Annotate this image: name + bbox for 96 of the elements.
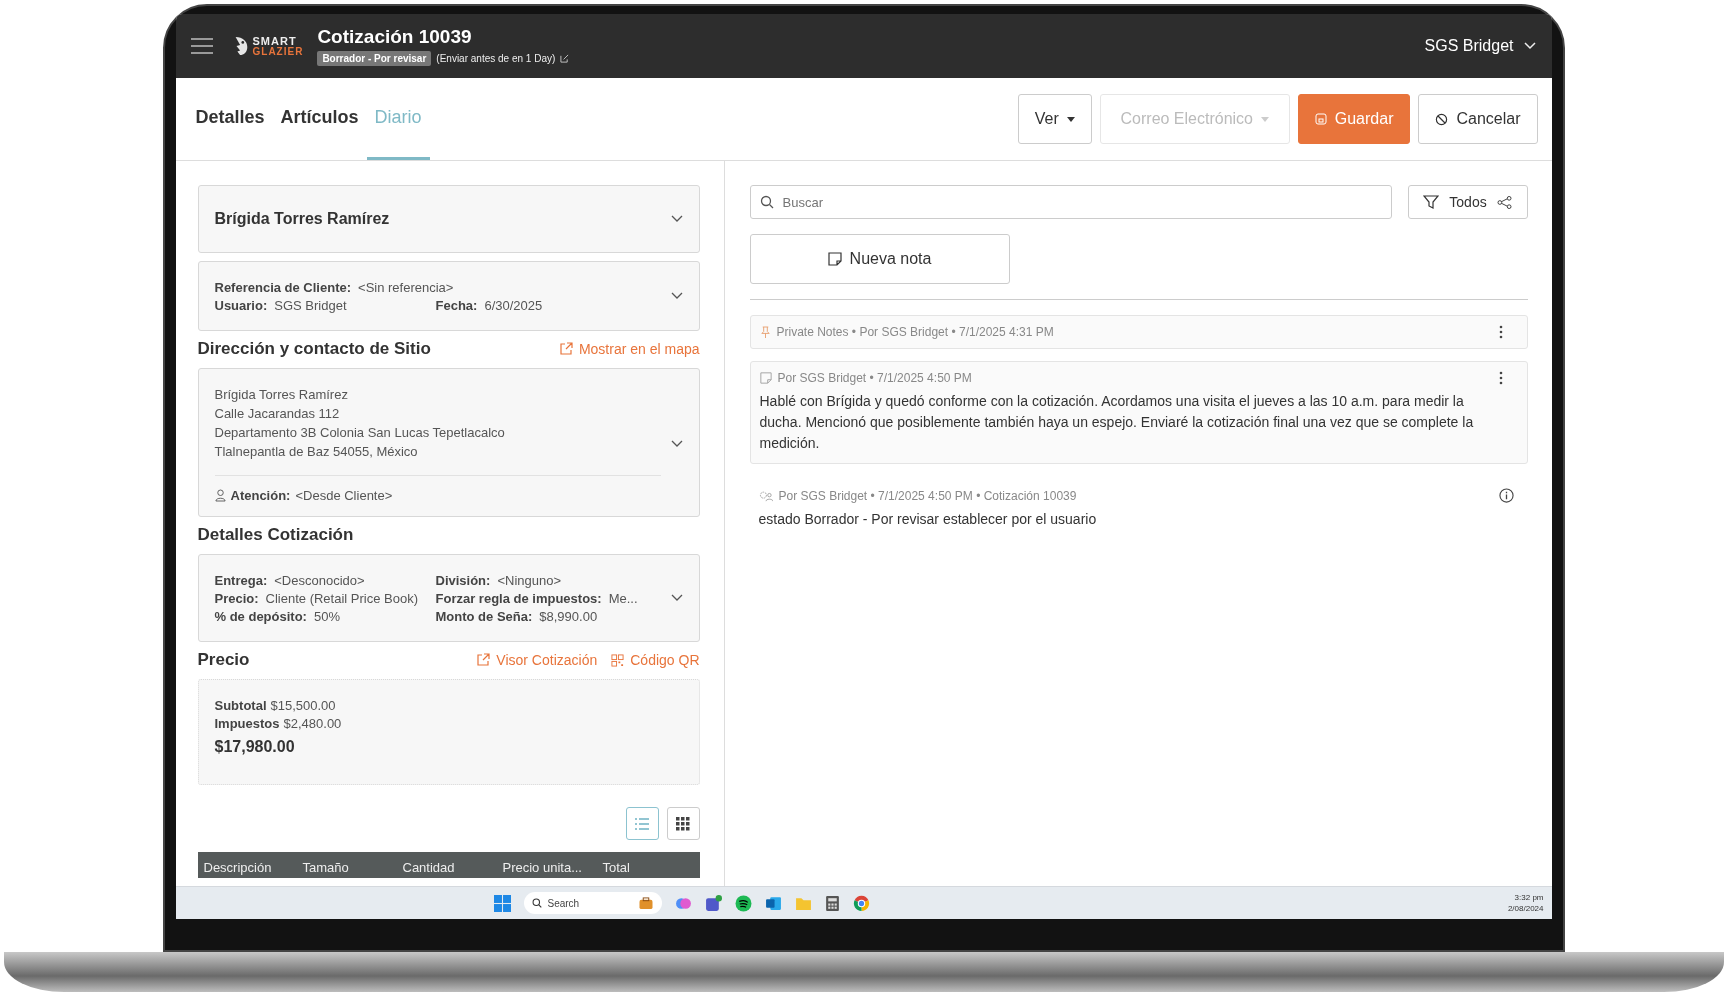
ban-icon [1435,112,1449,126]
field-value: <Desconocido> [274,572,365,588]
app-icon[interactable] [704,894,722,912]
chevron-down-icon[interactable] [670,594,683,602]
field-value: <Desde Cliente> [295,488,393,503]
field-label: Entrega: [214,572,268,588]
field-label: Precio: [214,590,259,606]
menu-icon[interactable] [189,36,214,56]
new-note-button[interactable]: Nueva nota [749,234,1010,284]
caret-icon [1261,116,1269,122]
field-value: <Sin referencia> [358,279,454,295]
grid-icon [676,816,690,831]
dropdown-button[interactable]: Ver [1017,94,1092,144]
browser-icon[interactable] [852,894,870,912]
chevron-down-icon[interactable] [670,440,683,448]
field-value: 50% [313,608,340,624]
note-icon [759,372,772,384]
music-app-icon[interactable] [734,894,752,912]
grid-view-button[interactable] [666,807,700,840]
more-options-icon[interactable] [1498,371,1503,385]
address-line: Brígida Torres Ramírez [214,386,349,404]
address-line: Calle Jacarandas 112 [214,405,341,423]
note-text: Hablé con Brígida y quedó conforme con la cotización. Acordamos una visita el jueves a las 10 a.m. para medir la ducha. Mencionó que posiblemente también haya un espejo. Enviaré la cotización final una vez que se complete la medición. [759,392,1475,453]
taskbar-search-placeholder: Search [547,897,580,909]
external-link-icon [476,653,491,667]
customer-card[interactable]: Brígida Torres Ramírez [197,185,700,253]
section-heading: Detalles Cotización [197,525,354,545]
search-icon [531,898,542,908]
search-field[interactable]: Buscar [749,185,1392,219]
activity-text: estado Borrador - Por revisar establecer por el usuario [758,510,1098,529]
field-label: Fecha: [435,297,478,313]
tab[interactable]: Artículos [272,78,367,160]
tab[interactable]: Detalles [187,78,273,160]
user-icon [214,489,226,502]
gear-user-icon [758,489,773,502]
send-deadline-text: (Enviar antes de en 1 Day) [436,53,556,64]
column-header[interactable]: Total [602,860,630,875]
activity-meta: Por SGS Bridget • 7/1/2025 4:50 PM • Cotización 10039 [778,488,1077,503]
note-meta: Private Notes • Por SGS Bridget • 7/1/2025 4:31 PM [776,325,1054,339]
calculator-icon[interactable] [824,894,840,912]
address-line: Tlalnepantla de Baz 54055, México [214,443,419,461]
page-title: Cotización 10039 [317,26,473,48]
field-value: $15,500.00 [270,698,336,713]
more-options-icon[interactable] [1498,325,1503,339]
note-meta: Por SGS Bridget • 7/1/2025 4:50 PM [777,371,972,385]
field-label: Usuario: [214,297,268,313]
field-label: Forzar regla de impuestos: [435,590,602,606]
note-icon [827,252,842,266]
column-header[interactable]: Precio unita... [502,860,603,875]
list-icon [634,816,650,831]
field-label: Atención: [230,488,291,503]
external-link-icon [558,342,573,356]
field-label: Impuestos [214,716,280,731]
cancel-button[interactable]: Cancelar [1418,94,1538,144]
field-label: Subtotal [214,698,267,713]
section-heading: Precio [197,650,250,670]
info-icon[interactable] [1498,488,1514,503]
clock-time: 3:32 pm [1514,892,1544,903]
filter-icon [1423,195,1440,209]
field-label: División: [435,572,491,588]
field-label: Referencia de Cliente: [214,279,352,295]
edit-icon[interactable] [560,54,570,63]
field-value: $2,480.00 [283,716,342,731]
search-icon [759,195,774,209]
field-value: Me... [608,590,638,606]
address-line: Departamento 3B Colonia San Lucas Tepetlacalco [214,424,506,442]
pin-icon [759,325,771,339]
column-header[interactable]: Cantidad [402,860,503,875]
field-value: SGS Bridget [274,297,347,313]
logo-wordmark: SMART [252,35,298,47]
field-label: Monto de Seña: [435,608,533,624]
field-value: 6/30/2025 [484,297,543,313]
filter-button[interactable]: Todos [1407,185,1528,219]
column-header[interactable]: Tamaño [302,860,403,875]
mail-app-icon[interactable] [764,894,782,912]
caret-icon [1066,116,1075,122]
taskbar-search-bar[interactable]: Search [523,892,662,914]
column-header[interactable]: Descripción [203,860,303,875]
windows-start-icon[interactable] [493,894,511,912]
clock-date: 2/08/2024 [1507,903,1544,914]
chevron-down-icon[interactable] [670,215,683,223]
chevron-down-icon[interactable] [670,292,683,300]
status-badge: Borrador - Por revisar [317,51,432,66]
customer-name: Brígida Torres Ramírez [214,210,390,228]
share-icon [1496,195,1512,209]
briefcase-icon [637,896,654,910]
logo-wordmark: GLAZIER [252,46,304,57]
field-value: $8,990.00 [539,608,598,624]
field-value: Cliente (Retail Price Book) [265,590,419,606]
qr-code-icon [611,653,625,667]
total-amount: $17,980.00 [214,738,296,756]
save-icon [1314,113,1327,125]
section-heading: Dirección y contacto de Sitio [197,339,431,359]
field-label: % de depósito: [214,608,307,624]
field-value: <Ninguno> [497,572,562,588]
user-name[interactable]: SGS Bridget [1424,37,1514,55]
